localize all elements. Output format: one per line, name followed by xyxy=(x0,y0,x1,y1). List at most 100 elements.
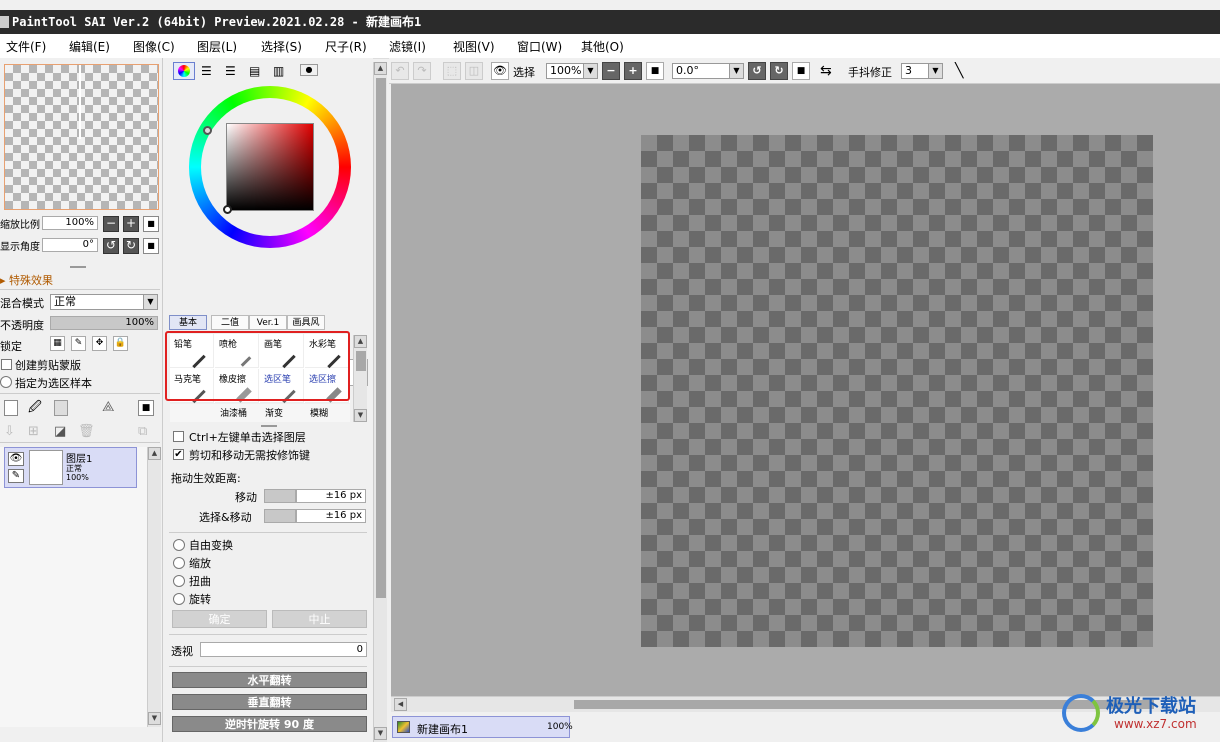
splitter-handle[interactable] xyxy=(70,266,86,268)
menu-select[interactable]: 选择(S) xyxy=(261,38,302,55)
scroll-left-arrow[interactable]: ◀ xyxy=(394,698,407,711)
navigator-preview[interactable] xyxy=(4,64,159,210)
tool-panel-scrollbar[interactable]: ▲ ▼ xyxy=(373,62,387,742)
show-selection-eye-icon[interactable]: 👁 xyxy=(491,62,509,80)
visibility-eye-icon[interactable]: 👁 xyxy=(8,452,24,466)
rgb-slider-mode-icon[interactable]: ☰ xyxy=(201,65,212,77)
zoom-reset-icon[interactable]: ■ xyxy=(646,62,664,80)
rotate-reset-icon[interactable]: ■ xyxy=(792,62,810,80)
menu-filter[interactable]: 滤镜(I) xyxy=(389,38,426,55)
tab-binary[interactable]: 二值 xyxy=(211,315,249,330)
scroll-thumb[interactable] xyxy=(376,78,386,598)
scroll-down-arrow[interactable]: ▼ xyxy=(354,409,367,422)
move-distance-slider[interactable] xyxy=(264,489,296,503)
menu-layer[interactable]: 图层(L) xyxy=(197,38,237,55)
menu-image[interactable]: 图像(C) xyxy=(133,38,175,55)
rotate-right-button[interactable]: ↻ xyxy=(123,238,139,254)
tab-ver1[interactable]: Ver.1 xyxy=(249,315,287,330)
merge-down-icon[interactable]: ⇩ xyxy=(4,424,15,439)
rotate-left-icon[interactable]: ↺ xyxy=(748,62,766,80)
tab-painter-style[interactable]: 画具风 xyxy=(287,315,325,330)
stabilizer-select[interactable]: 3 ▼ xyxy=(901,63,943,79)
layer-item[interactable]: 👁 ✎ 图层1 正常 100% xyxy=(4,447,137,488)
rotate-left-button[interactable]: ↺ xyxy=(103,238,119,254)
brush-gradient[interactable]: 渐变 xyxy=(265,406,283,419)
scratchpad-mode-icon[interactable]: ● xyxy=(300,64,318,76)
opacity-slider[interactable]: 100% xyxy=(50,316,158,330)
lock-move-icon[interactable]: ✥ xyxy=(92,336,107,351)
zoom-out-button[interactable]: − xyxy=(103,216,119,232)
brush-bucket[interactable]: 油漆桶 xyxy=(220,406,247,419)
distort-radio[interactable] xyxy=(173,575,185,587)
line-tool-icon[interactable]: ╲ xyxy=(955,62,963,80)
flip-view-icon[interactable]: ⇆ xyxy=(820,62,832,80)
move-distance-value[interactable]: ±16 px xyxy=(296,489,366,503)
saturation-value-square[interactable] xyxy=(226,123,314,211)
scale-radio[interactable] xyxy=(173,557,185,569)
select-move-value[interactable]: ±16 px xyxy=(296,509,366,523)
scroll-up-arrow[interactable]: ▲ xyxy=(374,62,387,75)
canvas-document[interactable] xyxy=(641,135,1153,647)
ok-button[interactable]: 确定 xyxy=(172,610,267,628)
scroll-thumb[interactable] xyxy=(356,351,366,371)
ctrl-click-checkbox[interactable] xyxy=(173,431,184,442)
scroll-down-arrow[interactable]: ▼ xyxy=(148,712,161,725)
redo-icon[interactable]: ↷ xyxy=(413,62,431,80)
swatches-mode-icon[interactable]: ▤ xyxy=(249,65,260,77)
color-wheel-mode-icon[interactable] xyxy=(173,62,195,80)
zoom-in-button[interactable]: + xyxy=(123,216,139,232)
lock-all-icon[interactable]: 🔒 xyxy=(113,336,128,351)
menu-file[interactable]: 文件(F) xyxy=(6,38,46,55)
document-tab[interactable]: 新建画布1 100% xyxy=(392,716,573,738)
clipping-checkbox[interactable] xyxy=(1,359,12,370)
perspective-input[interactable]: 0 xyxy=(200,642,367,657)
effects-header[interactable]: ▸ 特殊效果 xyxy=(0,272,53,288)
menu-edit[interactable]: 编辑(E) xyxy=(69,38,110,55)
brush-blur[interactable]: 模糊 xyxy=(310,406,328,419)
scroll-up-arrow[interactable]: ▲ xyxy=(148,447,161,460)
angle-slider[interactable]: 0° xyxy=(42,238,98,252)
sv-handle[interactable] xyxy=(223,205,232,214)
perspective-ruler-icon[interactable]: ⟁ xyxy=(102,398,122,416)
free-transform-radio[interactable] xyxy=(173,539,185,551)
deselect-icon[interactable]: ⬚ xyxy=(443,62,461,80)
lock-transparency-icon[interactable]: ▦ xyxy=(50,336,65,351)
menu-view[interactable]: 视图(V) xyxy=(453,38,495,55)
blend-mode-select[interactable]: 正常 ▼ xyxy=(50,294,158,310)
angle-select[interactable]: 0.0° ▼ xyxy=(672,63,744,79)
new-pen-layer-icon[interactable]: 🖉 xyxy=(28,400,44,416)
flip-vertical-button[interactable]: 垂直翻转 xyxy=(172,694,367,710)
new-folder-icon[interactable] xyxy=(54,400,68,416)
trash-icon[interactable]: 🗑 xyxy=(78,424,95,439)
new-layer-icon[interactable] xyxy=(4,400,18,416)
menu-ruler[interactable]: 尺子(R) xyxy=(325,38,367,55)
clear-layer-icon[interactable]: ◪ xyxy=(54,424,66,439)
hsv-slider-mode-icon[interactable]: ☰ xyxy=(225,65,236,77)
flip-horizontal-button[interactable]: 水平翻转 xyxy=(172,672,367,688)
rotate-right-icon[interactable]: ↻ xyxy=(770,62,788,80)
palette-mode-icon[interactable]: ▥ xyxy=(273,65,284,77)
zoom-slider[interactable]: 100% xyxy=(42,216,98,230)
hue-handle[interactable] xyxy=(203,126,212,135)
menu-window[interactable]: 窗口(W) xyxy=(517,38,562,55)
zoom-select[interactable]: 100% ▼ xyxy=(546,63,598,79)
cancel-button[interactable]: 中止 xyxy=(272,610,367,628)
selection-source-radio[interactable] xyxy=(0,376,12,388)
zoom-out-icon[interactable]: − xyxy=(602,62,620,80)
brush-scrollbar[interactable]: ▲ ▼ xyxy=(353,335,367,422)
zoom-reset-button[interactable]: ■ xyxy=(143,216,159,232)
select-move-slider[interactable] xyxy=(264,509,296,523)
tab-basic[interactable]: 基本 xyxy=(169,315,207,330)
invert-selection-icon[interactable]: ◫ xyxy=(465,62,483,80)
rotate-ccw-button[interactable]: 逆时针旋转 90 度 xyxy=(172,716,367,732)
zoom-in-icon[interactable]: + xyxy=(624,62,642,80)
layer-scrollbar[interactable]: ▲ ▼ xyxy=(147,447,161,727)
lock-paint-icon[interactable]: ✎ xyxy=(71,336,86,351)
scroll-up-arrow[interactable]: ▲ xyxy=(354,335,367,348)
undo-icon[interactable]: ↶ xyxy=(391,62,409,80)
menu-other[interactable]: 其他(O) xyxy=(581,38,624,55)
rotate-radio[interactable] xyxy=(173,593,185,605)
canvas-area[interactable] xyxy=(391,84,1220,696)
layer-mask-icon[interactable]: ■ xyxy=(138,400,154,416)
cut-move-checkbox[interactable]: ✔ xyxy=(173,449,184,460)
